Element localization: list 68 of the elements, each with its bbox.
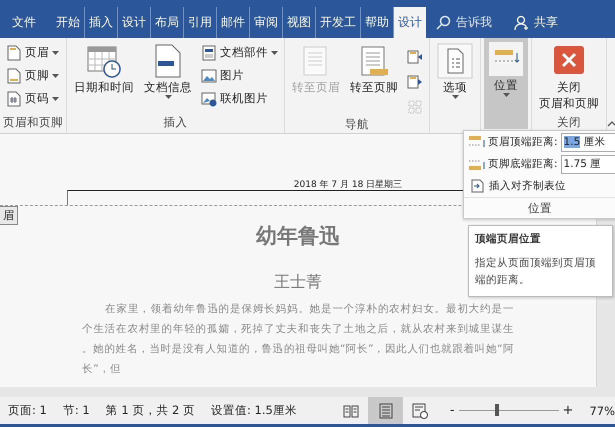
header-page-icon — [6, 44, 22, 60]
previous-section-icon — [407, 48, 423, 64]
ribbon-button[interactable]: 关闭 页眉和页脚 — [535, 40, 603, 115]
ribbon-button[interactable]: 转至页脚 — [346, 40, 402, 117]
ribbon-button[interactable]: 图片 — [198, 65, 281, 86]
status-text: 节: 1 — [62, 403, 90, 418]
ribbon-button[interactable]: 文档部件 — [198, 42, 281, 63]
distance-field[interactable]: 1.75 厘 — [560, 154, 615, 174]
zoom-percent: 77% — [589, 404, 615, 418]
ribbon-tab[interactable]: 设计 — [394, 7, 426, 38]
caret-icon — [271, 50, 278, 54]
collapse-icon[interactable] — [607, 121, 615, 127]
header-date: 2018 年 7 月 18 日星期三 — [294, 178, 402, 190]
ribbon-button[interactable]: 联机图片 — [198, 88, 281, 109]
link-to-previous-icon — [407, 98, 423, 114]
document-title: 幼年鲁迅 — [256, 223, 340, 250]
paragraph: 在家里，领着幼年鲁迅的是保姆长妈妈。她是一个淳朴的农村妇女。最初大约是一个生活在农村里的年轻的孤孀，死掉了丈夫和丧失了土地之后，就从农村来到城里谋生。她的姓名，当时是没有人知道的，鲁迅的祖母叫她“阿长”，因此人们也就跟着叫她“阿长”，但 — [82, 302, 514, 377]
options-icon — [437, 43, 473, 79]
ribbon-button[interactable]: 页眉 — [3, 42, 62, 63]
group-label: 插入 — [162, 115, 188, 131]
ribbon-button[interactable]: 位置 — [484, 38, 528, 129]
caret-icon — [52, 50, 59, 54]
caret-icon — [452, 95, 458, 99]
online-picture-icon — [201, 90, 217, 106]
caret-icon — [164, 95, 172, 99]
page-number-icon — [6, 90, 22, 106]
group-label: 导航 — [344, 117, 370, 133]
caret-icon — [502, 93, 510, 97]
header-tag: 眉 — [0, 206, 18, 225]
status-text: 页面: 1 — [8, 403, 47, 418]
group-label: 页眉和页脚 — [3, 115, 63, 131]
read-mode-icon — [342, 402, 359, 418]
zoom-out-button[interactable]: - — [446, 403, 459, 418]
ribbon-tab[interactable]: 文件 — [8, 7, 40, 38]
footer-page-icon — [6, 68, 22, 84]
header-distance-icon — [468, 135, 486, 149]
search-icon — [436, 14, 452, 30]
menu-item[interactable]: 插入对齐制表位 — [464, 175, 615, 197]
person-icon — [514, 14, 530, 30]
web-layout-icon — [412, 402, 428, 418]
caret-icon — [52, 96, 59, 100]
ribbon-button[interactable]: 页码 — [3, 88, 62, 109]
zoom-slider-thumb[interactable] — [494, 404, 499, 416]
print-layout-icon — [378, 402, 394, 418]
ribbon-button[interactable]: 页脚 — [3, 65, 62, 86]
document-author: 王士菁 — [274, 272, 322, 293]
ribbon-button[interactable]: 文档信息 — [140, 40, 196, 115]
view-button[interactable] — [368, 397, 404, 424]
tell-me-button[interactable]: 告诉我 — [436, 7, 492, 38]
distance-label: 页脚底端距离: — [488, 157, 558, 171]
distance-label: 页眉顶端距离: — [488, 135, 558, 149]
tooltip-text: 指定从页面顶端到页眉顶端的距离。 — [475, 256, 597, 288]
share-button[interactable]: 共享 — [514, 7, 558, 38]
tab-stop-icon — [470, 179, 484, 193]
status-text: 第 1 页，共 2 页 — [106, 403, 195, 418]
status-text: 设置值: 1.5厘米 — [210, 403, 297, 418]
distance-field[interactable]: 1.5 厘米 — [560, 132, 615, 152]
menu-footer: 位置 — [464, 197, 615, 218]
tooltip-title: 顶端页眉位置 — [475, 232, 542, 246]
document-parts-icon — [201, 44, 217, 60]
next-section-icon — [407, 74, 423, 90]
group-label: 关闭 — [556, 115, 582, 131]
ribbon-button[interactable]: 日期和时间 — [70, 40, 138, 115]
caret-icon — [52, 74, 59, 78]
picture-icon — [201, 68, 217, 84]
zoom-in-button[interactable]: + — [558, 403, 578, 418]
ribbon-button[interactable]: 选项 — [433, 40, 477, 133]
position-icon — [488, 41, 524, 77]
